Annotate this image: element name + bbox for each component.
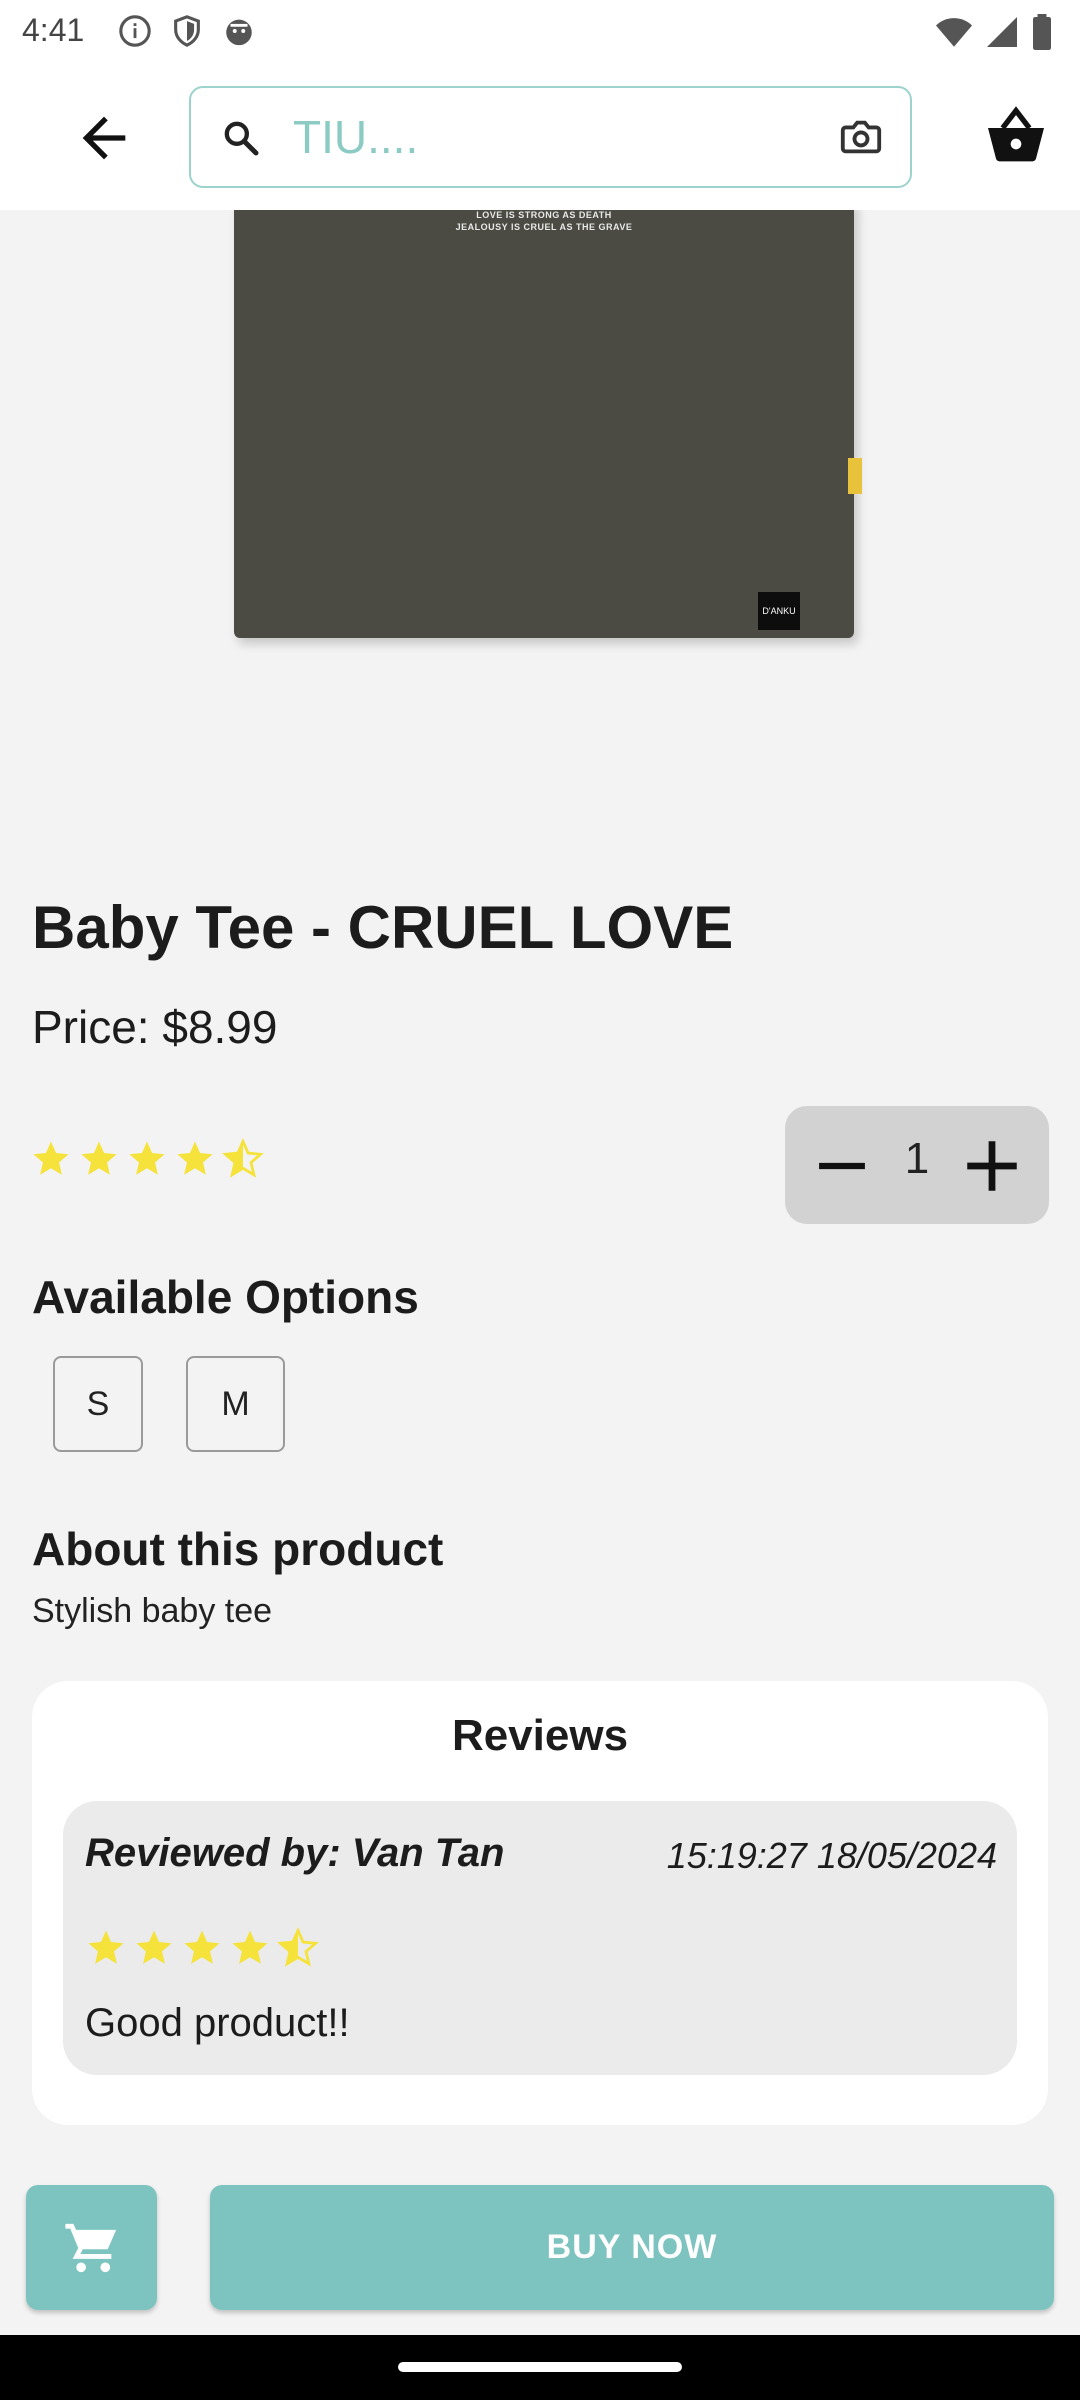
product-rating bbox=[30, 1138, 264, 1180]
shirt-print-line-2: JEALOUSY IS CRUEL AS THE GRAVE bbox=[455, 222, 633, 232]
about-title: About this product bbox=[32, 1523, 444, 1575]
product-title: Baby Tee - CRUEL LOVE bbox=[32, 894, 734, 961]
status-icons-left bbox=[118, 14, 256, 48]
reviews-title: Reviews bbox=[451, 1711, 629, 1760]
star-full-icon bbox=[136, 1930, 172, 1964]
product-image: LOVE IS STRONG AS DEATH JEALOUSY IS CRUE… bbox=[0, 210, 1080, 850]
info-icon bbox=[119, 15, 151, 47]
star-full-icon bbox=[177, 1141, 213, 1175]
cat-icon bbox=[226, 19, 252, 46]
cart-icon bbox=[64, 2223, 116, 2272]
size-option-s[interactable]: S bbox=[53, 1356, 143, 1452]
quantity-value: 1 bbox=[904, 1134, 930, 1183]
tshirt-image: LOVE IS STRONG AS DEATH JEALOUSY IS CRUE… bbox=[234, 210, 862, 638]
app-bar bbox=[0, 64, 1080, 210]
star-full-icon bbox=[184, 1930, 220, 1964]
search-bar[interactable] bbox=[189, 86, 912, 188]
about-description: Stylish baby tee bbox=[32, 1592, 273, 1630]
camera-icon[interactable] bbox=[838, 114, 884, 160]
star-full-icon bbox=[232, 1930, 268, 1964]
navigation-bar bbox=[0, 2335, 1080, 2400]
status-bar: 4:41 bbox=[0, 0, 1080, 64]
star-full-icon bbox=[33, 1141, 69, 1175]
star-full-icon bbox=[129, 1141, 165, 1175]
star-full-icon bbox=[88, 1930, 124, 1964]
plus-icon[interactable] bbox=[965, 1139, 1019, 1193]
reviews-card: Reviews Reviewed by: Van Tan 15:19:27 18… bbox=[32, 1681, 1048, 2125]
search-input[interactable] bbox=[293, 102, 793, 172]
wifi-icon bbox=[936, 18, 972, 47]
minus-icon[interactable] bbox=[817, 1141, 867, 1191]
review-rating bbox=[85, 1927, 319, 1969]
signal-icon bbox=[987, 17, 1017, 47]
shirt-label: D'ANKU bbox=[758, 592, 800, 630]
shirt-print-line-1: LOVE IS STRONG AS DEATH bbox=[476, 210, 612, 220]
shirt-tag bbox=[848, 458, 862, 494]
review-text: Good product!! bbox=[85, 2001, 350, 2045]
search-icon bbox=[224, 121, 259, 156]
home-gesture-handle[interactable] bbox=[398, 2362, 682, 2372]
status-icons-right bbox=[934, 14, 1054, 50]
add-to-cart-button[interactable] bbox=[26, 2185, 157, 2310]
review-item: Reviewed by: Van Tan 15:19:27 18/05/2024… bbox=[63, 1801, 1017, 2075]
review-date: 15:19:27 18/05/2024 bbox=[666, 1835, 997, 1876]
star-half-icon bbox=[277, 1927, 319, 1967]
shield-icon bbox=[174, 15, 200, 47]
basket-icon[interactable] bbox=[984, 104, 1048, 168]
status-time: 4:41 bbox=[22, 12, 85, 48]
arrow-back-icon[interactable] bbox=[72, 106, 136, 170]
buy-now-button[interactable]: BUY NOW bbox=[210, 2185, 1054, 2310]
battery-icon bbox=[1033, 14, 1051, 50]
product-price: Price: $8.99 bbox=[32, 1001, 278, 1053]
star-full-icon bbox=[81, 1141, 117, 1175]
options-title: Available Options bbox=[32, 1271, 419, 1323]
reviewer-name: Reviewed by: Van Tan bbox=[85, 1831, 505, 1875]
size-option-m[interactable]: M bbox=[186, 1356, 285, 1452]
star-half-icon bbox=[222, 1138, 264, 1178]
quantity-stepper: 1 bbox=[785, 1106, 1049, 1224]
